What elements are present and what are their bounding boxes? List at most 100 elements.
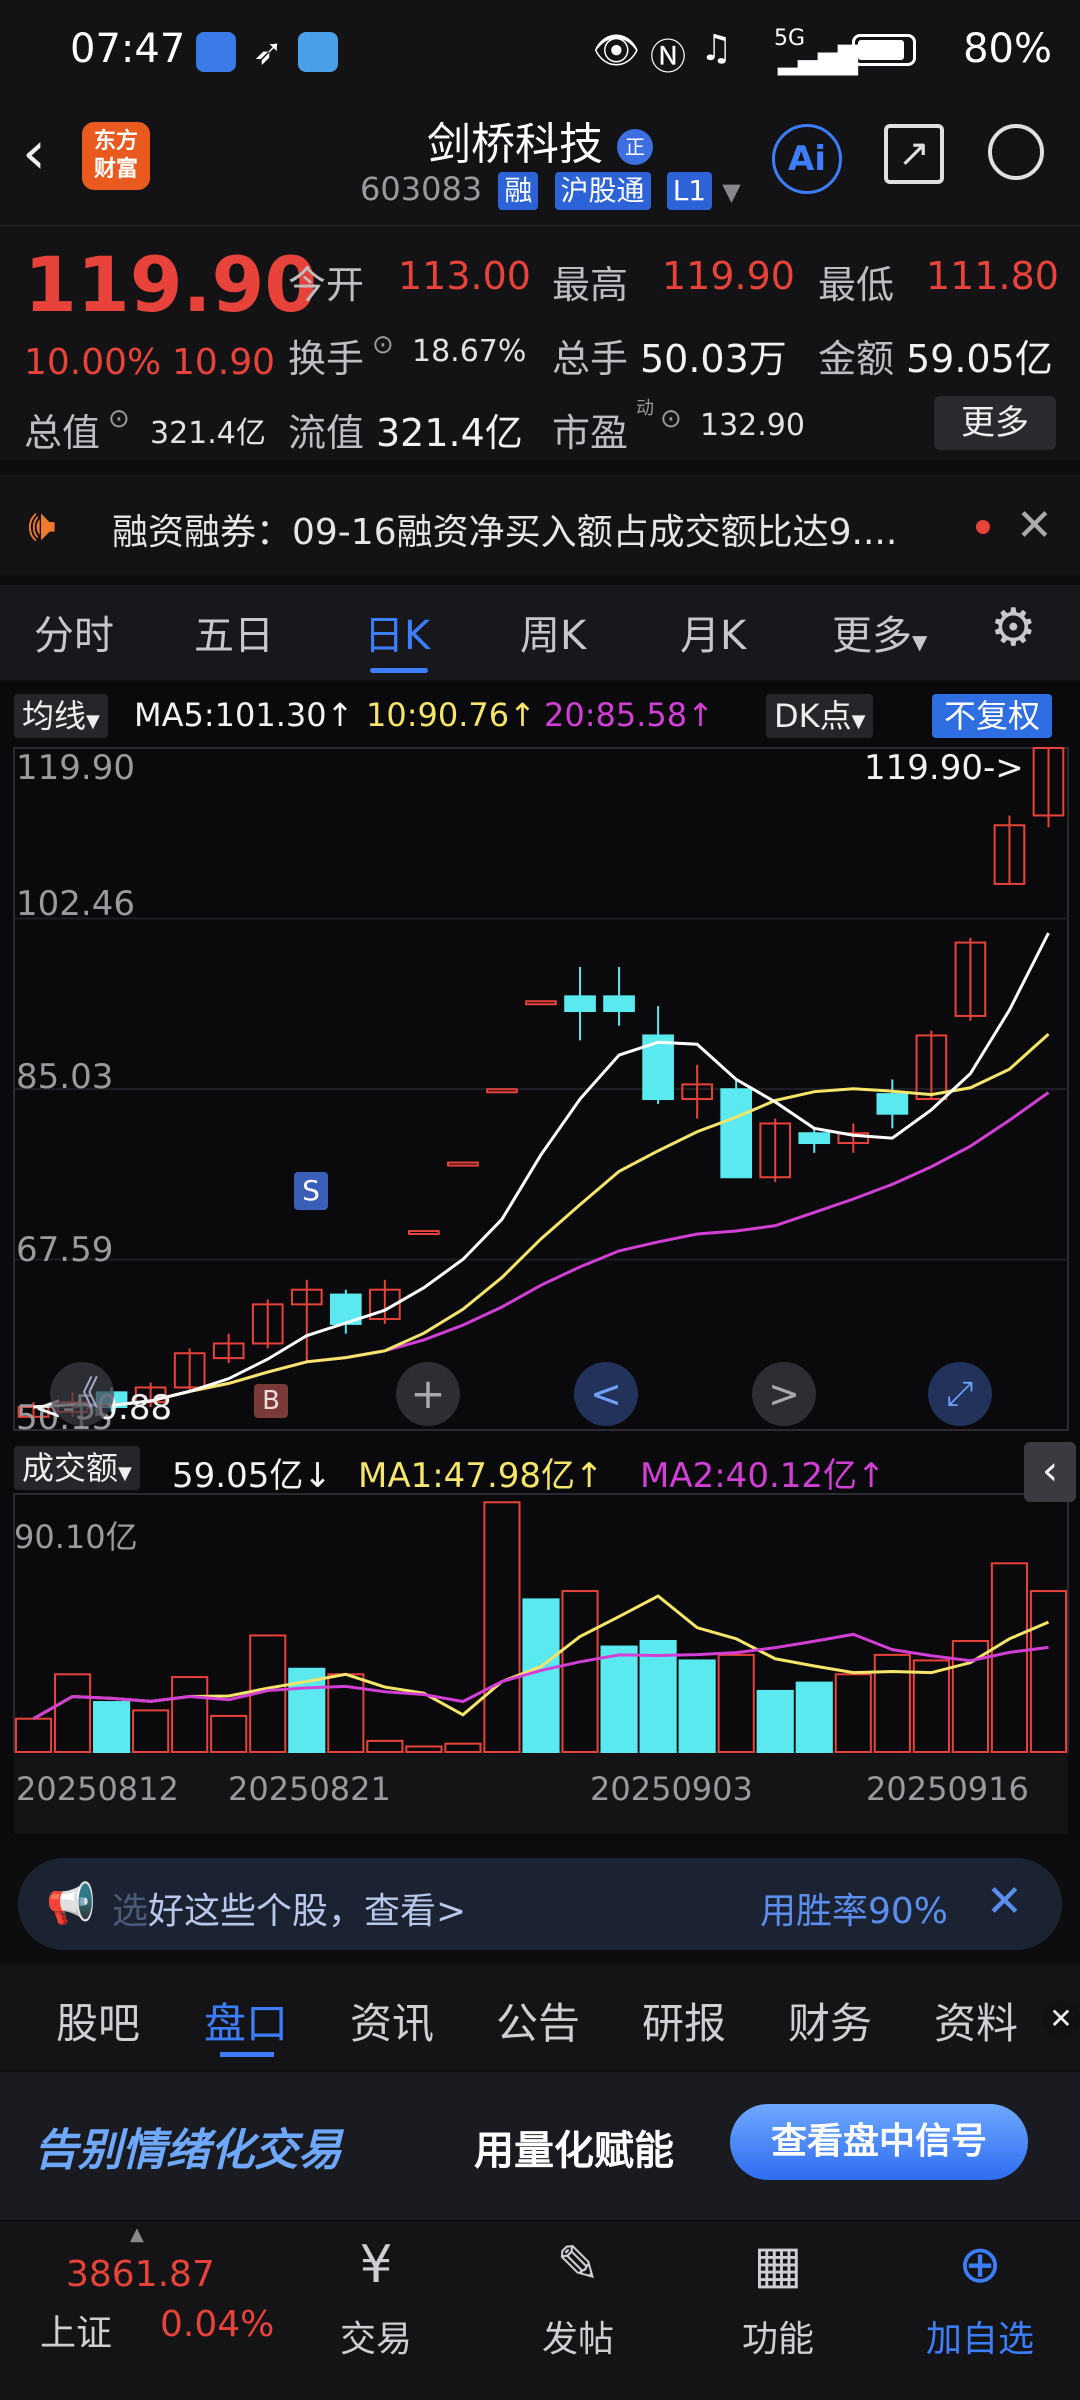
volume-bar (561, 1590, 599, 1753)
tab-weekly-k[interactable]: 周K (520, 603, 586, 661)
promo-close-icon[interactable]: ✕ (986, 1876, 1023, 1927)
tab-announcements[interactable]: 公告 (496, 1990, 580, 2051)
index-value[interactable]: 3861.87 (66, 2254, 215, 2295)
open-label: 今开 (288, 263, 365, 307)
volume-label: 总手 (552, 337, 629, 381)
stock-name: 剑桥科技 (427, 119, 603, 170)
tab-orderbook[interactable]: 盘口 (204, 1990, 288, 2051)
chevron-down-icon: ▼ (912, 630, 928, 654)
ma5-value: MA5:101.30↑ (134, 696, 354, 734)
tab-daily-k[interactable]: 日K (364, 603, 430, 661)
current-price: 119.90 (24, 240, 318, 329)
fullscreen-button[interactable]: ⤢ (928, 1362, 992, 1426)
candle-body (564, 995, 596, 1013)
promo-right[interactable]: 用胜率90% (760, 1882, 948, 1934)
tab-intraday[interactable]: 分时 (34, 603, 114, 661)
kline-chart[interactable] (0, 740, 1080, 1840)
nav-functions[interactable]: 功能 (708, 2310, 848, 2362)
trade-icon[interactable]: ¥ (306, 2235, 446, 2295)
headset-icon: ♫ (700, 28, 733, 69)
change-amount: 10.90 (172, 342, 276, 383)
battery-percent: 80% (963, 26, 1052, 72)
volume-bar (678, 1659, 716, 1753)
dk-selector[interactable]: DK点▼ (766, 694, 874, 738)
ad-close-icon[interactable]: ✕ (1042, 2000, 1080, 2038)
low-value: 111.80 (926, 254, 1059, 298)
info-icon[interactable]: ⊙ (372, 330, 394, 360)
weather-icon (298, 32, 338, 72)
promo-text-main: 好这些个股，查看> (148, 1891, 467, 1932)
post-icon[interactable]: ✎ (508, 2235, 648, 2295)
collapse-panel-button[interactable]: ‹ (1024, 1442, 1076, 1502)
tab-news[interactable]: 资讯 (350, 1990, 434, 2051)
date-label-2: 20250821 (228, 1770, 391, 1808)
share-icon[interactable]: ↗ (884, 124, 944, 184)
ma20-line (33, 1091, 1050, 1409)
volume-bar (639, 1640, 677, 1753)
close-icon[interactable]: ✕ (1016, 500, 1053, 551)
tab-research[interactable]: 研报 (642, 1990, 726, 2051)
volume-bar (795, 1681, 833, 1753)
float-value: 321.4亿 (376, 411, 523, 455)
volume-value: 59.05亿↓ (172, 1456, 332, 1496)
change-percent: 10.00% (24, 342, 162, 383)
candle-body (798, 1132, 831, 1145)
more-button[interactable]: 更多 (934, 396, 1056, 450)
chevron-down-icon: ▼ (118, 1463, 132, 1484)
volume-bar (834, 1673, 872, 1753)
candle-body (876, 1093, 909, 1115)
tab-finance[interactable]: 财务 (788, 1990, 872, 2051)
search-icon[interactable] (988, 124, 1044, 180)
volume-bar (990, 1562, 1029, 1753)
stock-code-row[interactable]: 603083 融 沪股通 L1 ▼ (360, 170, 741, 210)
candle-body (603, 995, 635, 1013)
notice-text[interactable]: 融资融券：09-16融资净买入额占成交额比达9.... (112, 503, 992, 555)
tab-forum[interactable]: 股吧 (56, 1990, 140, 2051)
volume-bar (873, 1653, 911, 1753)
section-active-indicator (220, 2052, 274, 2057)
nav-add-watchlist[interactable]: 加自选 (910, 2310, 1050, 2362)
eye-icon: 👁 (592, 28, 641, 72)
add-watchlist-icon[interactable]: ⊕ (910, 2235, 1050, 2295)
axis-label-3: 85.03 (16, 1057, 114, 1097)
adjust-button[interactable]: 不复权 (932, 694, 1053, 738)
volume-selector[interactable]: 成交额▼ (14, 1446, 140, 1490)
ad-cta-button[interactable]: 查看盘中信号 (730, 2104, 1028, 2180)
tab-more[interactable]: 更多▼ (832, 603, 927, 661)
promo-text[interactable]: 选好这些个股，查看> (112, 1882, 466, 1934)
pe-value: 132.90 (700, 408, 805, 443)
info-icon[interactable]: ⊙ (660, 404, 682, 434)
zoom-in-button[interactable]: + (396, 1362, 460, 1426)
dk-label: DK点 (774, 697, 852, 735)
axis-label-4: 67.59 (16, 1230, 114, 1270)
nav-trade[interactable]: 交易 (306, 2310, 446, 2362)
speaker-icon: 🕪 (28, 500, 56, 551)
ma20-value: 20:85.58↑ (544, 696, 714, 734)
volume-bar (171, 1676, 209, 1754)
index-name[interactable]: 上证 (40, 2304, 112, 2356)
turnover-value: 18.67% (412, 334, 527, 369)
open-value: 113.00 (398, 254, 531, 298)
volume-bar (366, 1739, 404, 1754)
tab-five-day[interactable]: 五日 (194, 603, 274, 661)
tab-monthly-k[interactable]: 月K (680, 603, 746, 661)
buy-signal[interactable]: B (254, 1384, 288, 1418)
amount-label: 金额 (818, 337, 895, 381)
settings-gear-icon[interactable]: ⚙ (990, 598, 1037, 658)
ai-button[interactable]: Ai (772, 124, 842, 194)
sell-signal[interactable]: S (294, 1172, 328, 1210)
nav-post[interactable]: 发帖 (508, 2310, 648, 2362)
axis-label-2: 102.46 (16, 884, 135, 924)
tab-profile[interactable]: 资料 (934, 1990, 1018, 2051)
volume-bar (210, 1714, 248, 1753)
ad-title: 告别情绪化交易 (34, 2125, 342, 2176)
info-icon[interactable]: ⊙ (108, 404, 130, 434)
scroll-right-button[interactable]: > (752, 1362, 816, 1426)
grid-icon[interactable]: ▦ (708, 2235, 848, 2295)
chevron-down-icon: ▼ (86, 711, 100, 732)
rewind-button[interactable]: 《 (50, 1362, 114, 1426)
ma-selector[interactable]: 均线▼ (14, 694, 108, 738)
ad-subtitle: 用量化赋能 (474, 2128, 674, 2174)
nfc-icon: Ⓝ (650, 37, 687, 78)
scroll-left-button[interactable]: < (574, 1362, 638, 1426)
